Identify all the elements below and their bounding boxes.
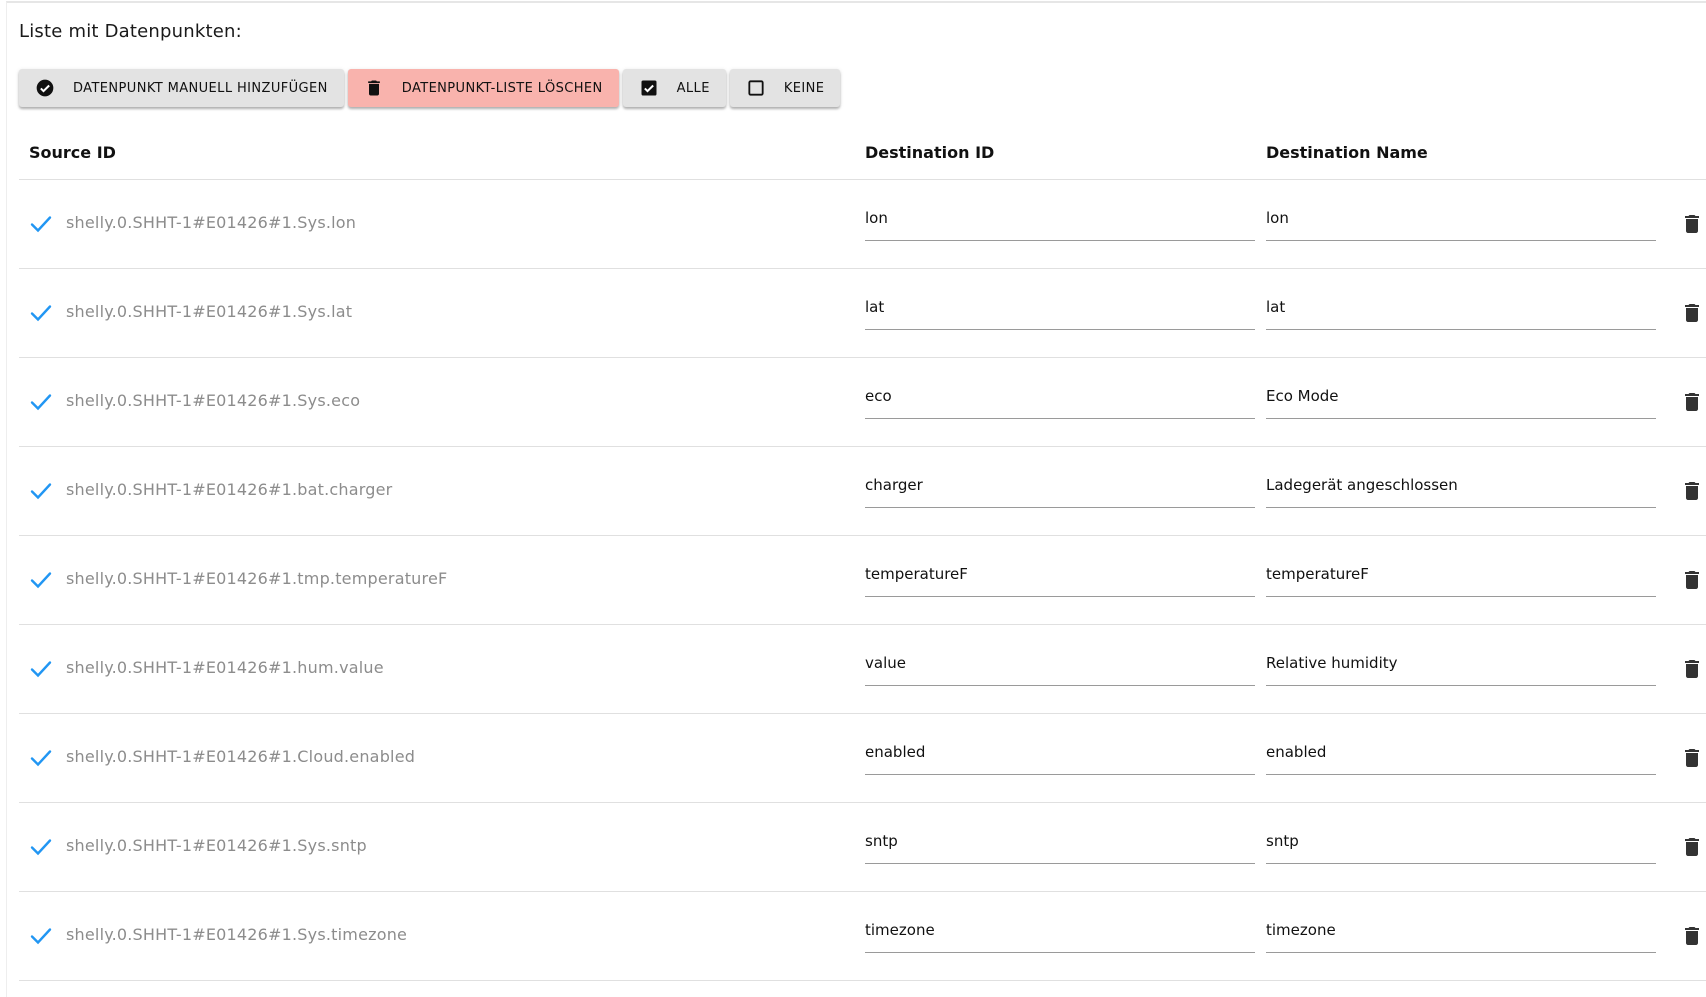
- delete-row-icon[interactable]: [1680, 212, 1704, 236]
- delete-row-icon[interactable]: [1680, 479, 1704, 503]
- destination-name-input[interactable]: [1266, 467, 1656, 503]
- delete-row-icon[interactable]: [1680, 390, 1704, 414]
- destination-name-input[interactable]: [1266, 734, 1656, 770]
- destination-name-input[interactable]: [1266, 289, 1656, 325]
- checkmark-icon: [29, 657, 53, 681]
- toolbar: DATENPUNKT MANUELL HINZUFÜGEN DATENPUNKT…: [19, 69, 841, 107]
- table-body: shelly.0.SHHT-1#E01426#1.Sys.lon shelly.…: [19, 180, 1706, 981]
- destination-id-input[interactable]: [865, 289, 1255, 325]
- source-id-text: shelly.0.SHHT-1#E01426#1.Sys.lon: [66, 213, 357, 232]
- source-id-text: shelly.0.SHHT-1#E01426#1.Sys.sntp: [66, 836, 367, 855]
- table-row: shelly.0.SHHT-1#E01426#1.Sys.eco: [19, 358, 1706, 447]
- destination-id-field: [865, 556, 1255, 597]
- destination-name-field: [1266, 378, 1656, 419]
- destination-name-field: [1266, 467, 1656, 508]
- table-row: shelly.0.SHHT-1#E01426#1.hum.value: [19, 625, 1706, 714]
- destination-id-input[interactable]: [865, 645, 1255, 681]
- destination-id-field: [865, 467, 1255, 508]
- delete-row-icon[interactable]: [1680, 301, 1704, 325]
- table-row: shelly.0.SHHT-1#E01426#1.bat.charger: [19, 447, 1706, 536]
- checkmark-icon: [29, 390, 53, 414]
- table-row: shelly.0.SHHT-1#E01426#1.tmp.temperature…: [19, 536, 1706, 625]
- delete-row-icon[interactable]: [1680, 746, 1704, 770]
- destination-name-input[interactable]: [1266, 378, 1656, 414]
- column-destination-id: Destination ID: [865, 143, 995, 162]
- destination-name-field: [1266, 289, 1656, 330]
- table-row: shelly.0.SHHT-1#E01426#1.Cloud.enabled: [19, 714, 1706, 803]
- checkmark-icon: [29, 924, 53, 948]
- source-id-text: shelly.0.SHHT-1#E01426#1.hum.value: [66, 658, 384, 677]
- destination-name-input[interactable]: [1266, 200, 1656, 236]
- destination-id-input[interactable]: [865, 200, 1255, 236]
- table-row: shelly.0.SHHT-1#E01426#1.Sys.sntp: [19, 803, 1706, 892]
- checkmark-icon: [29, 479, 53, 503]
- select-none-label: KEINE: [783, 80, 825, 96]
- table-row: shelly.0.SHHT-1#E01426#1.Sys.lon: [19, 180, 1706, 269]
- destination-name-field: [1266, 823, 1656, 864]
- destination-id-field: [865, 734, 1255, 775]
- checkmark-icon: [29, 746, 53, 770]
- select-all-label: ALLE: [676, 80, 710, 96]
- checkmark-icon: [29, 835, 53, 859]
- destination-id-input[interactable]: [865, 823, 1255, 859]
- destination-name-field: [1266, 912, 1656, 953]
- destination-id-field: [865, 200, 1255, 241]
- checkmark-icon: [29, 212, 53, 236]
- destination-name-input[interactable]: [1266, 556, 1656, 592]
- destination-name-input[interactable]: [1266, 912, 1656, 948]
- checkmark-icon: [29, 301, 53, 325]
- destination-name-field: [1266, 200, 1656, 241]
- destination-name-field: [1266, 734, 1656, 775]
- delete-row-icon[interactable]: [1680, 657, 1704, 681]
- column-source-id: Source ID: [29, 143, 116, 162]
- destination-name-field: [1266, 556, 1656, 597]
- source-id-text: shelly.0.SHHT-1#E01426#1.Sys.timezone: [66, 925, 408, 944]
- source-id-text: shelly.0.SHHT-1#E01426#1.tmp.temperature…: [66, 569, 448, 588]
- destination-id-input[interactable]: [865, 467, 1255, 503]
- select-all-button[interactable]: ALLE: [622, 69, 726, 107]
- destination-id-input[interactable]: [865, 912, 1255, 948]
- table-row: shelly.0.SHHT-1#E01426#1.Sys.lat: [19, 269, 1706, 358]
- destination-id-input[interactable]: [865, 378, 1255, 414]
- destination-id-field: [865, 823, 1255, 864]
- datapoint-table: Source ID Destination ID Destination Nam…: [19, 131, 1706, 981]
- source-id-text: shelly.0.SHHT-1#E01426#1.bat.charger: [66, 480, 393, 499]
- delete-row-icon[interactable]: [1680, 568, 1704, 592]
- destination-name-input[interactable]: [1266, 823, 1656, 859]
- clear-list-button[interactable]: DATENPUNKT-LISTE LÖSCHEN: [347, 69, 619, 107]
- add-datapoint-label: DATENPUNKT MANUELL HINZUFÜGEN: [73, 80, 328, 96]
- clear-list-label: DATENPUNKT-LISTE LÖSCHEN: [401, 80, 603, 96]
- table-row: shelly.0.SHHT-1#E01426#1.Sys.timezone: [19, 892, 1706, 981]
- trash-icon: [364, 78, 384, 98]
- destination-id-field: [865, 289, 1255, 330]
- delete-row-icon[interactable]: [1680, 924, 1704, 948]
- destination-name-input[interactable]: [1266, 645, 1656, 681]
- destination-id-field: [865, 378, 1255, 419]
- destination-name-field: [1266, 645, 1656, 686]
- datapoint-panel: Liste mit Datenpunkten: DATENPUNKT MANUE…: [6, 1, 1706, 997]
- destination-id-field: [865, 645, 1255, 686]
- source-id-text: shelly.0.SHHT-1#E01426#1.Cloud.enabled: [66, 747, 416, 766]
- table-header: Source ID Destination ID Destination Nam…: [19, 131, 1706, 180]
- checkbox-empty-icon: [746, 78, 766, 98]
- delete-row-icon[interactable]: [1680, 835, 1704, 859]
- select-none-button[interactable]: KEINE: [729, 69, 841, 107]
- page-title: Liste mit Datenpunkten:: [19, 21, 242, 42]
- source-id-text: shelly.0.SHHT-1#E01426#1.Sys.lat: [66, 302, 353, 321]
- source-id-text: shelly.0.SHHT-1#E01426#1.Sys.eco: [66, 391, 361, 410]
- checkmark-icon: [29, 568, 53, 592]
- destination-id-input[interactable]: [865, 556, 1255, 592]
- column-destination-name: Destination Name: [1266, 143, 1428, 162]
- check-circle-icon: [35, 78, 55, 98]
- destination-id-input[interactable]: [865, 734, 1255, 770]
- add-datapoint-button[interactable]: DATENPUNKT MANUELL HINZUFÜGEN: [19, 69, 344, 107]
- checkbox-checked-icon: [639, 78, 659, 98]
- destination-id-field: [865, 912, 1255, 953]
